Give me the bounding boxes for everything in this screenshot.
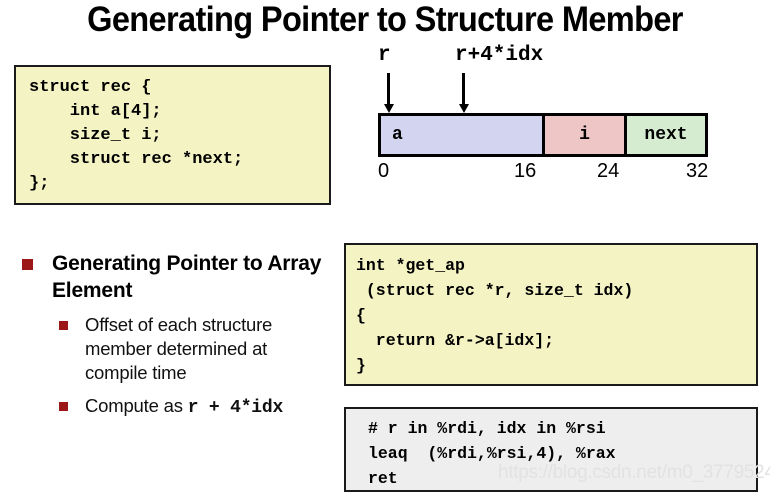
pointer-label-r-plus-4-idx: r+4*idx xyxy=(455,44,544,67)
pointer-arrow-r xyxy=(383,73,394,113)
bullet-main-label: Generating Pointer to Array Element xyxy=(52,252,322,302)
offset-tick-32: 32 xyxy=(686,160,709,182)
bullet-sub-label-compute: Compute as xyxy=(85,395,188,416)
memory-field-a: a xyxy=(381,116,545,154)
bullet-main-item: Generating Pointer to Array Element xyxy=(8,250,333,304)
pointer-arrow-r-plus-4-idx xyxy=(458,73,469,113)
bullet-sub-label-offset: Offset of each structure member determin… xyxy=(85,314,273,383)
struct-memory-bar: a i next xyxy=(378,113,708,157)
memory-layout-diagram: r r+4*idx a i next 0 16 24 32 xyxy=(370,45,770,190)
assembly-code-box: # r in %rdi, idx in %rsi leaq (%rdi,%rsi… xyxy=(344,407,758,492)
memory-field-i: i xyxy=(545,116,627,154)
memory-field-next: next xyxy=(627,116,705,154)
pointer-label-r: r xyxy=(378,44,391,67)
offset-tick-24: 24 xyxy=(597,160,620,182)
bullet-sub-item-offset: Offset of each structure member determin… xyxy=(8,313,333,385)
square-bullet-icon xyxy=(59,402,68,411)
bullet-sub-item-compute: Compute as r + 4*idx xyxy=(8,394,333,420)
square-bullet-icon xyxy=(59,321,68,330)
offset-tick-16: 16 xyxy=(514,160,537,182)
c-function-code-box: int *get_ap (struct rec *r, size_t idx) … xyxy=(344,243,758,386)
offset-tick-0: 0 xyxy=(378,160,390,182)
struct-definition-code-box: struct rec { int a[4]; size_t i; struct … xyxy=(14,65,331,205)
page-title: Generating Pointer to Structure Member xyxy=(87,0,683,39)
bullet-sub-code-compute: r + 4*idx xyxy=(187,398,284,418)
bullet-list: Generating Pointer to Array Element Offs… xyxy=(8,250,333,420)
square-bullet-icon xyxy=(22,259,33,270)
